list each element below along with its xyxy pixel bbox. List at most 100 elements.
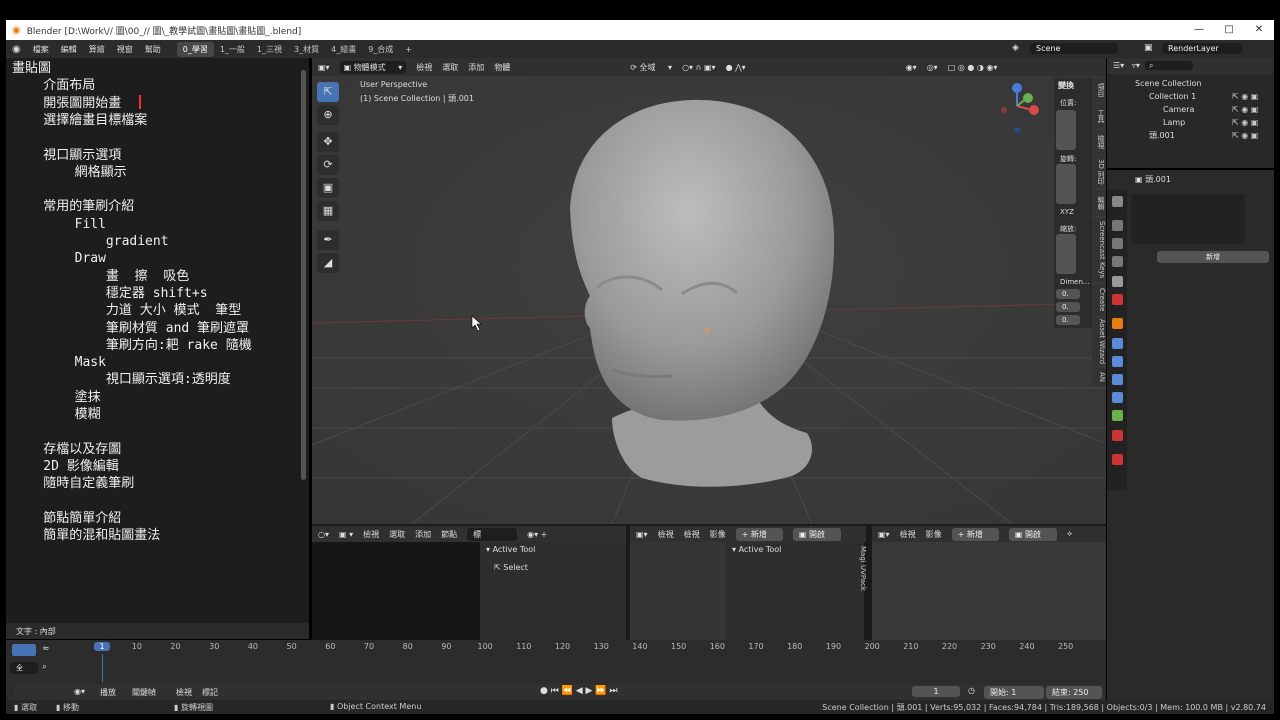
tool-tab-icon[interactable] [1112, 196, 1123, 207]
sidebar-tab[interactable]: 檢視 [1092, 130, 1106, 154]
object-tab-icon[interactable] [1112, 318, 1123, 329]
menu-keying[interactable]: 關鍵幀 [132, 687, 156, 698]
cursor-tool-icon[interactable]: ⊕ [317, 105, 339, 125]
output-tab-icon[interactable] [1112, 238, 1123, 249]
sidebar-tab[interactable]: Asset Wizard [1092, 318, 1106, 366]
timeline-search-icon[interactable]: ⌕ [42, 662, 47, 672]
minimize-button[interactable]: — [1184, 20, 1214, 40]
sidebar-tab[interactable]: 工具 [1092, 104, 1106, 128]
start-frame-field[interactable]: 開始: 1 [984, 686, 1044, 699]
menu-object[interactable]: 物體 [494, 62, 510, 73]
rotation-fields[interactable] [1056, 164, 1076, 204]
workspace-tab[interactable]: 3_材質 [288, 42, 325, 57]
sidebar-tab[interactable]: 編輯 [1092, 190, 1106, 216]
overlay-icon[interactable]: ◉▾ [906, 63, 917, 72]
end-frame-field[interactable]: 結束: 250 [1046, 686, 1102, 699]
filter-all-select[interactable]: 全 [10, 662, 38, 674]
workspace-tab[interactable]: 4_繪畫 [325, 42, 362, 57]
menu-playback[interactable]: 播放 [100, 687, 116, 698]
physics-tab-icon[interactable] [1112, 374, 1123, 385]
new-material-button[interactable]: 新增 [1157, 251, 1269, 263]
image-menu-view[interactable]: 檢視 [900, 529, 916, 540]
playhead[interactable] [102, 654, 103, 682]
node-canvas[interactable] [312, 542, 480, 640]
view-layer-tab-icon[interactable] [1112, 256, 1123, 267]
uv-open-button[interactable]: ▣ 開啟 [792, 527, 841, 541]
orientation-select[interactable]: ⟳ 全域 ▾ [630, 62, 672, 73]
gizmo-icon[interactable]: ◎▾ [927, 63, 938, 72]
fcurve-icon[interactable]: ≈ [42, 644, 50, 654]
measure-tool-icon[interactable]: ◢ [317, 253, 339, 273]
editor-type-icon[interactable]: ▣▾ [318, 63, 330, 72]
menu-help[interactable]: 幫助 [139, 44, 167, 55]
sidebar-tab[interactable]: Screencast Keys [1092, 218, 1106, 282]
shading-buttons[interactable]: □ ◎ ● ◑ ◉▾ [948, 63, 998, 72]
uv-menu-view2[interactable]: 檢視 [684, 529, 700, 540]
menu-file[interactable]: 檔案 [27, 44, 55, 55]
magi-tab[interactable]: Magi [859, 546, 867, 563]
current-frame-field[interactable]: 1 [912, 686, 960, 697]
annotate-tool-icon[interactable]: ✒ [317, 230, 339, 250]
uv-menu-image[interactable]: 影像 [710, 529, 726, 540]
constraint-tab-icon[interactable] [1112, 392, 1123, 403]
uvpack-tab[interactable]: UVPack [859, 565, 867, 591]
rotate-tool-icon[interactable]: ⟳ [317, 155, 339, 175]
text-editor[interactable]: 畫貼圖 介面布局 開張圖開始畫 選擇繪畫目標檔案 視口顯示選項 網格顯示 常用的… [6, 58, 309, 623]
menu-window[interactable]: 視窗 [111, 44, 139, 55]
blender-menu-icon[interactable]: ◉ [6, 44, 27, 55]
menu-edit[interactable]: 編輯 [55, 44, 83, 55]
image-editor-type-icon[interactable]: ▣▾ [878, 530, 890, 539]
pin-icon[interactable]: ⟡ [1067, 529, 1072, 539]
editor-type-icon[interactable]: ○▾ [318, 530, 329, 539]
renderlayer-field[interactable]: RenderLayer [1162, 43, 1242, 54]
outliner-search-icon[interactable]: ⌕ [1144, 61, 1194, 70]
sidebar-tab[interactable]: 3D 列印 [1092, 156, 1106, 188]
uv-side-tabs[interactable]: Magi UVPack [857, 546, 867, 640]
material-slots[interactable] [1131, 194, 1245, 244]
scene-field[interactable]: Scene [1030, 43, 1118, 54]
node-menu-view[interactable]: 檢視 [363, 529, 379, 540]
workspace-tab[interactable]: 1_一般 [214, 42, 251, 57]
move-tool-icon[interactable]: ✥ [317, 132, 339, 152]
proportional-icon[interactable]: ● ⋀▾ [726, 63, 746, 72]
node-slot-field[interactable]: 標 [467, 527, 518, 541]
node-browse-icon[interactable]: ◉▾ + [527, 530, 547, 539]
add-workspace-button[interactable]: + [399, 43, 418, 56]
node-menu-select[interactable]: 選取 [389, 529, 405, 540]
select-tool-row[interactable]: ⇱ Select [480, 557, 626, 578]
sidebar-tab[interactable]: 項目 [1092, 78, 1106, 102]
location-fields[interactable] [1056, 110, 1076, 150]
scene-tab-icon[interactable] [1112, 276, 1123, 287]
world-tab-icon[interactable] [1112, 294, 1123, 305]
image-open-button[interactable]: ▣ 開啟 [1008, 527, 1057, 541]
scale-fields[interactable] [1056, 234, 1076, 274]
sidebar-tab[interactable]: AN [1092, 368, 1106, 386]
workspace-tab[interactable]: 0_學習 [176, 41, 214, 57]
menu-view[interactable]: 檢視 [176, 687, 192, 698]
texture-tab-icon[interactable] [1112, 454, 1123, 465]
image-editor-canvas[interactable] [872, 542, 1106, 640]
menu-render[interactable]: 算繪 [83, 44, 111, 55]
particle-tab-icon[interactable] [1112, 356, 1123, 367]
render-tab-icon[interactable] [1112, 220, 1123, 231]
menu-select[interactable]: 選取 [442, 62, 458, 73]
uv-editor-type-icon[interactable]: ▣▾ [636, 530, 648, 539]
3d-viewport[interactable]: ▣▾ ▣ 物體模式 ▾ 檢視 選取 添加 物體 ⟳ 全域 ▾ ○▾ ∩ ▣▾ ●… [312, 58, 1106, 524]
timeline-ruler[interactable]: 1 10 20 30 40 50 60 70 80 90 100 110 120 130 140 150 160… [70, 640, 1100, 682]
workspace-tab[interactable]: 9_合成 [362, 42, 399, 57]
menu-view[interactable]: 檢視 [416, 62, 432, 73]
dimension-z[interactable]: 0. [1056, 315, 1080, 325]
material-tab-icon[interactable] [1112, 430, 1123, 441]
close-button[interactable]: ✕ [1244, 20, 1274, 40]
visibility-icons[interactable]: ⇱ ◉ ▣ ⇱ ◉ ▣ ⇱ ◉ ▣ ⇱ ◉ ▣ [1232, 90, 1258, 142]
dimension-y[interactable]: 0. [1056, 302, 1080, 312]
timeline[interactable]: ≈ 全 ⌕ 1 10 20 30 40 50 60 70 80 90 100 110 120 130 140… [6, 640, 1106, 700]
data-tab-icon[interactable] [1112, 410, 1123, 421]
mode-select[interactable]: ▣ ▾ [339, 530, 353, 539]
maximize-button[interactable]: □ [1214, 20, 1244, 40]
dimension-x[interactable]: 0. [1056, 289, 1080, 299]
node-menu-add[interactable]: 添加 [415, 529, 431, 540]
snap-icon[interactable]: ○▾ ∩ ▣▾ [682, 63, 716, 72]
text-scrollbar[interactable] [301, 70, 306, 480]
transform-tool-icon[interactable]: ▦ [317, 201, 339, 221]
